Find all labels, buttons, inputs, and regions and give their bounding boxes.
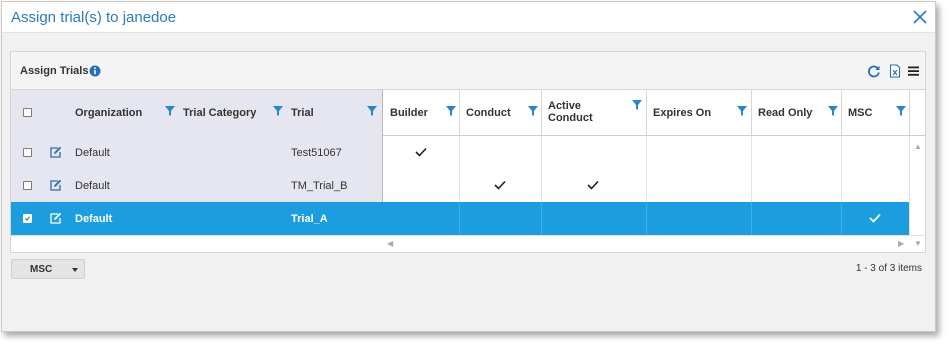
refresh-icon[interactable] — [867, 64, 881, 78]
msc-check-icon — [869, 213, 881, 223]
header-scroll-spacer — [909, 90, 925, 136]
assign-trials-panel: Assign Trials Organization Trial Categor… — [10, 51, 926, 253]
scroll-up-icon[interactable]: ▲ — [914, 142, 922, 151]
table-row[interactable]: Default TM_Trial_B — [11, 169, 909, 202]
horizontal-scrollbar[interactable]: ◀ ▶ ▼ — [11, 235, 925, 252]
chevron-down-icon — [72, 268, 78, 272]
assign-trials-dialog: Assign trial(s) to janedoe Assign Trials — [1, 1, 936, 332]
export-excel-icon[interactable] — [888, 64, 902, 78]
column-header-trial-category[interactable]: Trial Category — [177, 90, 287, 136]
filter-icon[interactable] — [896, 106, 906, 116]
column-header-msc[interactable]: MSC — [841, 90, 909, 136]
menu-icon[interactable] — [907, 64, 921, 78]
column-header-organization[interactable]: Organization — [69, 90, 179, 136]
filter-icon[interactable] — [828, 106, 838, 116]
vertical-scrollbar[interactable]: ▲ — [909, 136, 925, 235]
filter-icon[interactable] — [367, 106, 377, 116]
conduct-check-icon — [494, 180, 506, 190]
filter-icon[interactable] — [528, 106, 538, 116]
column-header-read-only[interactable]: Read Only — [751, 90, 842, 136]
dialog-title-bar: Assign trial(s) to janedoe — [2, 2, 935, 33]
column-header-trial[interactable]: Trial — [285, 90, 383, 136]
edit-icon[interactable] — [49, 212, 62, 225]
grid-header: Organization Trial Category Trial Builde… — [11, 90, 909, 136]
column-header-builder[interactable]: Builder — [384, 90, 460, 136]
column-header-conduct[interactable]: Conduct — [459, 90, 542, 136]
scroll-right-icon[interactable]: ▶ — [898, 239, 904, 248]
table-row[interactable]: Default Trial_A — [11, 202, 909, 235]
edit-icon[interactable] — [49, 179, 62, 192]
filter-icon[interactable] — [632, 100, 642, 110]
dialog-title: Assign trial(s) to janedoe — [11, 9, 177, 26]
filter-icon[interactable] — [273, 106, 283, 116]
filter-icon[interactable] — [165, 106, 175, 116]
role-select[interactable]: MSC — [11, 259, 85, 279]
edit-icon[interactable] — [49, 146, 62, 159]
locked-header: Organization Trial Category Trial — [11, 90, 383, 136]
builder-check-icon — [415, 147, 427, 157]
column-header-expires-on[interactable]: Expires On — [646, 90, 752, 136]
scroll-left-icon[interactable]: ◀ — [387, 239, 393, 248]
filter-icon[interactable] — [446, 106, 456, 116]
active-conduct-check-icon — [587, 180, 599, 190]
panel-title: Assign Trials — [20, 65, 89, 77]
pager-info: 1 - 3 of 3 items — [855, 263, 922, 274]
panel-header: Assign Trials — [11, 52, 925, 90]
scroll-down-icon[interactable]: ▼ — [914, 239, 922, 248]
info-icon[interactable] — [89, 65, 101, 77]
table-row[interactable]: Default Test51067 — [11, 136, 909, 169]
row-checkbox[interactable] — [23, 148, 32, 157]
row-checkbox[interactable] — [23, 181, 32, 190]
close-icon[interactable] — [911, 8, 929, 26]
row-checkbox[interactable] — [23, 214, 32, 223]
select-all-checkbox[interactable] — [23, 108, 32, 117]
filter-icon[interactable] — [737, 106, 747, 116]
column-header-active-conduct[interactable]: Active Conduct — [541, 90, 647, 136]
